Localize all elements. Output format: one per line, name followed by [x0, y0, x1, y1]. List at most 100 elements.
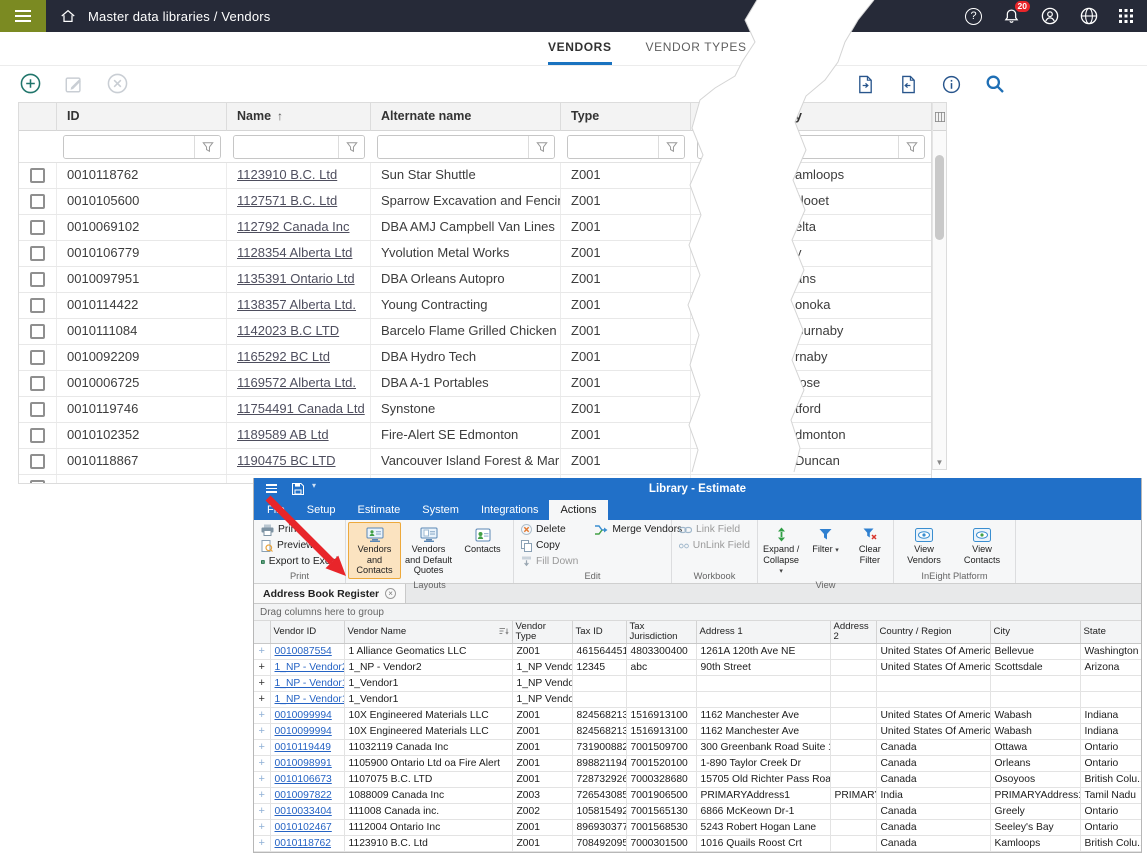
search-icon[interactable]	[985, 74, 1005, 99]
vendor-name-link[interactable]: 1135391 Ontario Ltd	[237, 271, 355, 286]
row-checkbox[interactable]	[30, 272, 45, 287]
account-icon[interactable]	[1041, 7, 1059, 25]
row-checkbox[interactable]	[30, 298, 45, 313]
table-row[interactable]: 00101144221138357 Alberta Ltd.Young Cont…	[19, 293, 931, 319]
row-checkbox[interactable]	[30, 350, 45, 365]
expand-plus-icon[interactable]: +	[259, 821, 265, 833]
hamburger-menu-icon[interactable]	[0, 0, 46, 32]
vendor-id-link[interactable]: 0010097822	[275, 790, 332, 801]
fill-down-button-disabled[interactable]: Fill Down	[516, 554, 583, 569]
column-header-tax-jurisdiction[interactable]: Tax Jurisdiction	[626, 621, 696, 643]
column-header-tax-id[interactable]: Tax ID	[572, 621, 626, 643]
type-filter-funnel-button[interactable]	[658, 136, 684, 158]
row-checkbox[interactable]	[30, 168, 45, 183]
export-to-excel-button[interactable]: Export to Excel	[256, 554, 343, 569]
expand-cell[interactable]: +	[254, 803, 270, 819]
table-row[interactable]: 00101110841142023 B.C LTDBarcelo Flame G…	[19, 319, 931, 345]
globe-icon[interactable]	[1080, 7, 1098, 25]
column-header-id[interactable]: ID	[57, 103, 227, 131]
expand-cell[interactable]: +	[254, 723, 270, 739]
id-filter-funnel-button[interactable]	[194, 136, 220, 158]
link-field-button-disabled[interactable]: Link Field	[674, 522, 755, 537]
vendor-name-link[interactable]: 1142023 B.C LTD	[237, 323, 339, 338]
expand-cell[interactable]: +	[254, 755, 270, 771]
vendor-name-link[interactable]: 1127571 B.C. Ltd	[237, 193, 337, 208]
expand-cell[interactable]: +	[254, 643, 270, 659]
column-header-state[interactable]: State	[1080, 621, 1141, 643]
expand-plus-icon[interactable]: +	[259, 789, 265, 801]
expand-plus-icon[interactable]: +	[259, 709, 265, 721]
edit-vendor-button-disabled[interactable]	[64, 74, 84, 99]
print-button[interactable]: Print	[256, 522, 343, 537]
expand-collapse-button[interactable]: Expand / Collapse ▾	[760, 522, 802, 579]
view-contacts-button[interactable]: View Contacts	[954, 522, 1010, 570]
table-row[interactable]: 00101056001127571 B.C. LtdSparrow Excava…	[19, 189, 931, 215]
expand-plus-icon[interactable]: +	[259, 757, 265, 769]
group-by-bar[interactable]: Drag columns here to group	[254, 604, 1141, 621]
table-row[interactable]: 00101067791128354 Alberta LtdYvolution M…	[19, 241, 931, 267]
vendor-name-link[interactable]: 11754491 Canada Ltd	[237, 401, 365, 416]
expand-plus-icon[interactable]: +	[259, 773, 265, 785]
row-checkbox[interactable]	[30, 246, 45, 261]
expand-plus-icon[interactable]: +	[259, 837, 265, 849]
vendor-id-link[interactable]: 0010099994	[275, 726, 332, 737]
table-row[interactable]: 00100922091165292 BC LtdDBA Hydro TechZ0…	[19, 345, 931, 371]
tab-vendors[interactable]: VENDORS	[548, 32, 612, 65]
vendor-name-link[interactable]: 1123910 B.C. Ltd	[237, 167, 337, 182]
delete-vendor-button-disabled[interactable]	[107, 73, 128, 99]
close-icon[interactable]: ×	[385, 588, 396, 599]
ribbon-tab-integrations[interactable]: Integrations	[470, 500, 549, 520]
grid-row[interactable]: +00101066731107075 B.C. LTDZ001728732926…	[254, 771, 1141, 787]
city-filter-input[interactable]	[698, 136, 898, 158]
add-vendor-button[interactable]	[20, 73, 41, 99]
column-header-vendor-id[interactable]: Vendor ID	[270, 621, 344, 643]
vendor-id-link[interactable]: 0010106673	[275, 774, 332, 785]
table-row[interactable]: 00101023521189589 AB LtdFire-Alert SE Ed…	[19, 423, 931, 449]
export-document-icon[interactable]	[899, 75, 918, 99]
expand-cell[interactable]: +	[254, 819, 270, 835]
city-filter-funnel-button[interactable]	[898, 136, 924, 158]
column-header-address-2[interactable]: Address 2	[830, 621, 876, 643]
vendor-name-link[interactable]: 1128354 Alberta Ltd	[237, 245, 352, 260]
column-header-address-1[interactable]: Address 1	[696, 621, 830, 643]
vendor-id-link[interactable]: 0010087554	[275, 646, 332, 657]
ribbon-tab-system[interactable]: System	[411, 500, 470, 520]
row-checkbox[interactable]	[30, 376, 45, 391]
column-chooser-icon[interactable]	[933, 103, 946, 131]
home-icon[interactable]	[60, 8, 76, 24]
table-row[interactable]: 0010069102112792 Canada IncDBA AMJ Campb…	[19, 215, 931, 241]
layout-contacts-button[interactable]: Contacts	[456, 522, 509, 579]
sort-ascending-icon[interactable]: ↑	[277, 109, 283, 123]
id-filter-input[interactable]	[64, 136, 194, 158]
vendor-id-link[interactable]: 1_NP - Vendor1	[275, 694, 345, 705]
expand-cell[interactable]: +	[254, 691, 270, 707]
column-header-type[interactable]: Type	[561, 103, 691, 131]
filter-button[interactable]: Filter ▾	[804, 522, 846, 579]
vendor-name-link[interactable]: 1165292 BC Ltd	[237, 349, 330, 364]
save-icon[interactable]	[292, 482, 304, 500]
table-row[interactable]: 00100067251169572 Alberta Ltd.DBA A-1 Po…	[19, 371, 931, 397]
view-vendors-button[interactable]: View Vendors	[896, 522, 952, 570]
row-checkbox[interactable]	[30, 428, 45, 443]
column-header-city[interactable]: City	[990, 621, 1080, 643]
grid-row[interactable]: +001009999410X Engineered Materials LLCZ…	[254, 707, 1141, 723]
vendor-id-link[interactable]: 0010099994	[275, 710, 332, 721]
help-icon[interactable]: ?	[965, 8, 982, 25]
grid-row[interactable]: +00100875541 Alliance Geomatics LLCZ0014…	[254, 643, 1141, 659]
name-filter-input[interactable]	[234, 136, 338, 158]
grid-row[interactable]: +001009999410X Engineered Materials LLCZ…	[254, 723, 1141, 739]
grid-row[interactable]: +00101024671112004 Ontario IncZ001896930…	[254, 819, 1141, 835]
vendor-name-link[interactable]: 112792 Canada Inc	[237, 219, 350, 234]
vendor-name-link[interactable]: 1138357 Alberta Ltd.	[237, 297, 356, 312]
column-header-vendor-name[interactable]: Vendor Name	[344, 621, 512, 643]
row-checkbox[interactable]	[30, 194, 45, 209]
expand-cell[interactable]: +	[254, 707, 270, 723]
expand-plus-icon[interactable]: +	[259, 677, 265, 689]
app-menu-icon[interactable]	[266, 484, 277, 493]
vendor-name-link[interactable]: 1189589 AB Ltd	[237, 427, 329, 442]
type-filter-input[interactable]	[568, 136, 658, 158]
grid-row[interactable]: +1_NP - Vendor21_NP - Vendor21_NP Vendor…	[254, 659, 1141, 675]
notifications-bell-icon[interactable]: 20	[1003, 8, 1020, 25]
table-scrollbar[interactable]: ▼	[932, 102, 947, 470]
layout-vendors-and-contacts-button[interactable]: Vendors and Contacts	[348, 522, 401, 579]
